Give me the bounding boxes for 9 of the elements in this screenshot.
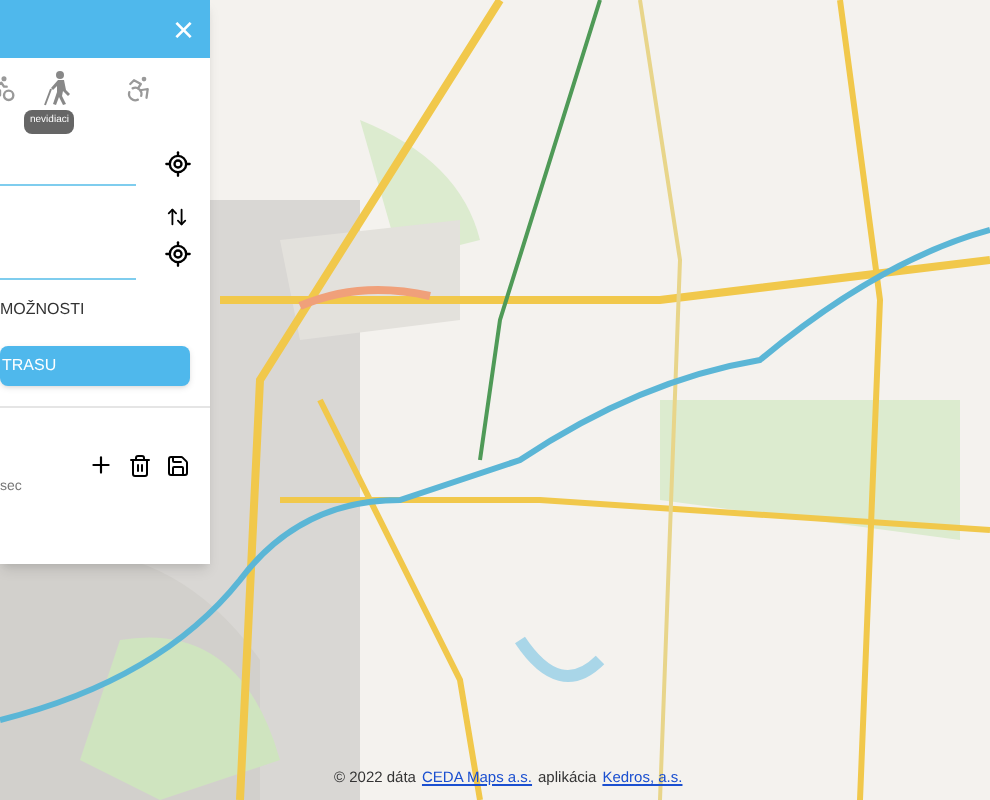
blind-person-icon[interactable] (44, 70, 76, 106)
add-icon[interactable] (88, 452, 114, 478)
locate-icon[interactable] (164, 240, 192, 268)
save-icon[interactable] (166, 453, 190, 477)
wheelchair-icon[interactable] (124, 73, 154, 103)
options-link[interactable]: MOŽNOSTI (0, 298, 85, 322)
locate-icon[interactable] (164, 150, 192, 178)
delete-icon[interactable] (128, 453, 152, 477)
swap-icon[interactable] (166, 206, 188, 228)
